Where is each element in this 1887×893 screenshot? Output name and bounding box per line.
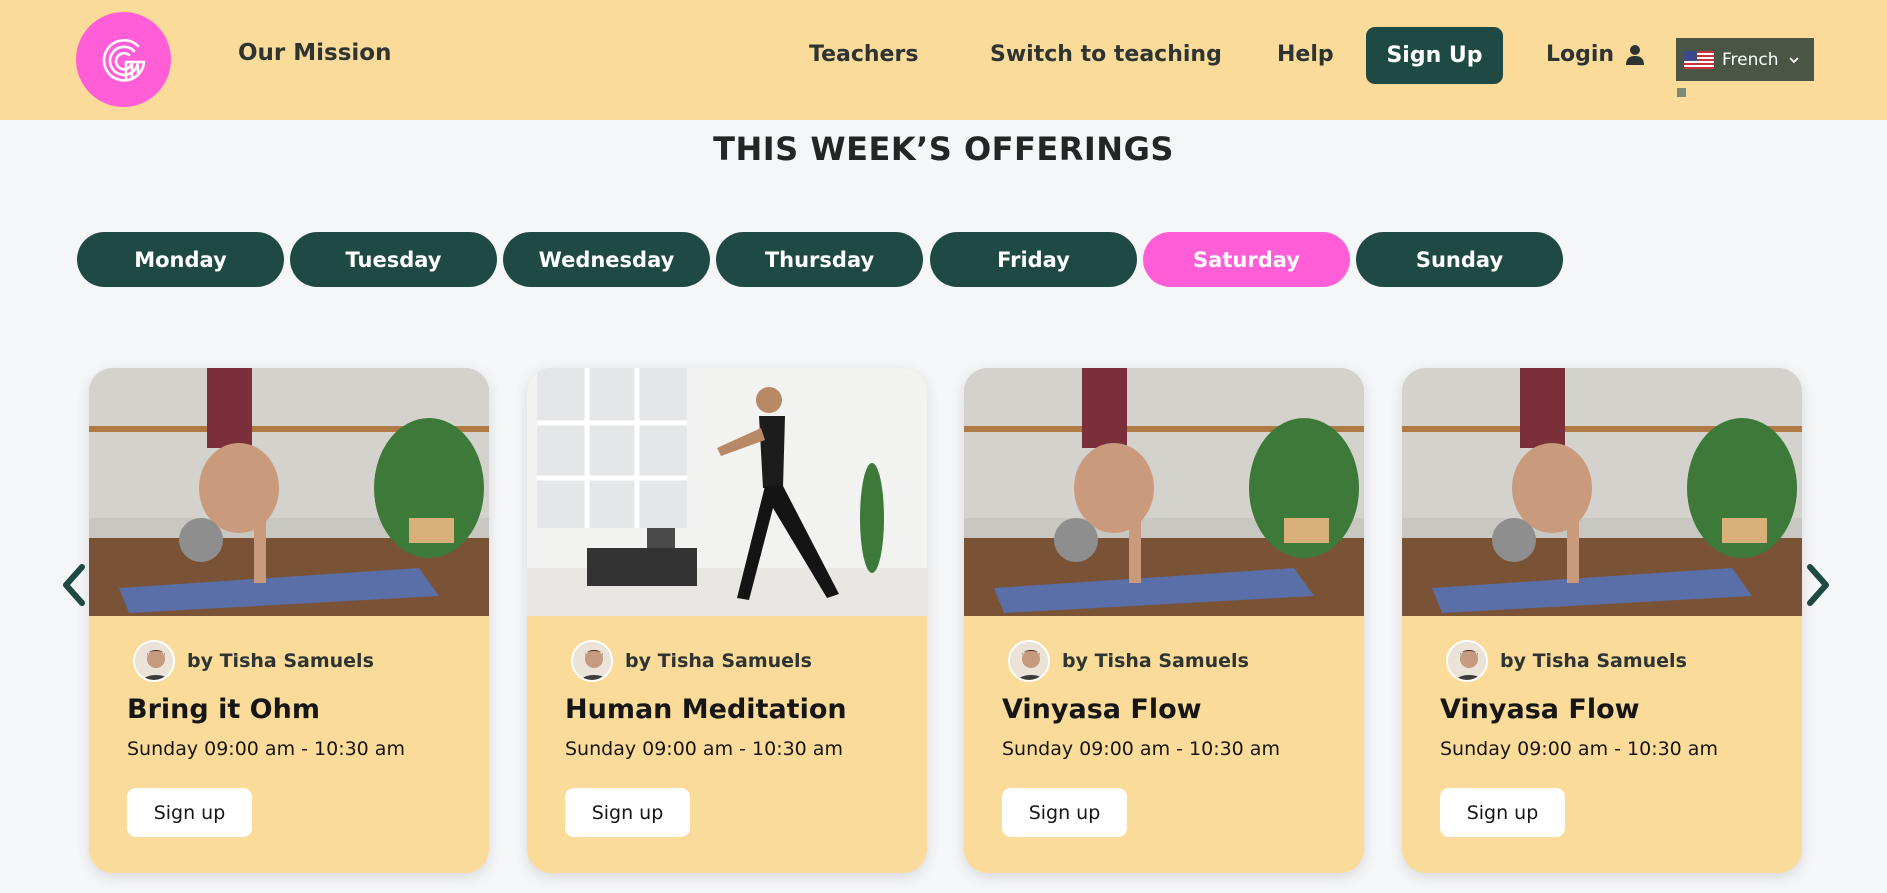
- login-label: Login: [1546, 42, 1615, 67]
- language-select[interactable]: French: [1676, 38, 1814, 81]
- class-sign-up-button[interactable]: Sign up: [1440, 788, 1565, 837]
- tab-thursday[interactable]: Thursday: [716, 232, 923, 287]
- nav-switch-to-teaching[interactable]: Switch to teaching: [990, 42, 1222, 67]
- avatar: [133, 640, 175, 682]
- class-card[interactable]: by Tisha Samuels Bring it Ohm Sunday 09:…: [89, 368, 489, 873]
- top-header: Our Mission Teachers Switch to teaching …: [0, 0, 1887, 120]
- yoga-handstand-photo: [964, 368, 1364, 616]
- class-title: Vinyasa Flow: [1440, 694, 1640, 725]
- sign-up-button[interactable]: Sign Up: [1366, 27, 1503, 84]
- card-author: by Tisha Samuels: [1446, 640, 1687, 682]
- language-indicator: [1677, 88, 1686, 97]
- class-sign-up-button[interactable]: Sign up: [1002, 788, 1127, 837]
- class-time: Sunday 09:00 am - 10:30 am: [565, 738, 843, 760]
- class-card[interactable]: by Tisha Samuels Vinyasa Flow Sunday 09:…: [964, 368, 1364, 873]
- tab-sunday[interactable]: Sunday: [1356, 232, 1563, 287]
- tab-tuesday[interactable]: Tuesday: [290, 232, 497, 287]
- class-time: Sunday 09:00 am - 10:30 am: [127, 738, 405, 760]
- class-card[interactable]: by Tisha Samuels Vinyasa Flow Sunday 09:…: [1402, 368, 1802, 873]
- class-card[interactable]: by Tisha Samuels Human Meditation Sunday…: [527, 368, 927, 873]
- card-author: by Tisha Samuels: [133, 640, 374, 682]
- class-sign-up-button[interactable]: Sign up: [127, 788, 252, 837]
- us-flag-icon: [1684, 50, 1714, 69]
- class-title: Bring it Ohm: [127, 694, 320, 725]
- tab-wednesday[interactable]: Wednesday: [503, 232, 710, 287]
- class-title: Human Meditation: [565, 694, 847, 725]
- page-title: THIS WEEK’S OFFERINGS: [713, 130, 1174, 168]
- author-name: by Tisha Samuels: [1500, 650, 1687, 672]
- yoga-handstand-photo: [89, 368, 489, 616]
- author-name: by Tisha Samuels: [1062, 650, 1249, 672]
- nav-teachers[interactable]: Teachers: [809, 42, 918, 67]
- tab-monday[interactable]: Monday: [77, 232, 284, 287]
- class-sign-up-button[interactable]: Sign up: [565, 788, 690, 837]
- author-name: by Tisha Samuels: [187, 650, 374, 672]
- man-stretching-photo: [527, 368, 927, 616]
- avatar: [571, 640, 613, 682]
- avatar: [1446, 640, 1488, 682]
- class-time: Sunday 09:00 am - 10:30 am: [1002, 738, 1280, 760]
- carousel-next-icon[interactable]: [1804, 563, 1834, 607]
- card-author: by Tisha Samuels: [571, 640, 812, 682]
- tab-friday[interactable]: Friday: [930, 232, 1137, 287]
- class-time: Sunday 09:00 am - 10:30 am: [1440, 738, 1718, 760]
- tab-saturday[interactable]: Saturday: [1143, 232, 1350, 287]
- brand-logo[interactable]: [76, 12, 171, 107]
- card-author: by Tisha Samuels: [1008, 640, 1249, 682]
- author-name: by Tisha Samuels: [625, 650, 812, 672]
- logo-mark-icon: [102, 39, 146, 82]
- chevron-down-icon: [1788, 56, 1799, 63]
- nav-our-mission[interactable]: Our Mission: [238, 40, 392, 66]
- class-title: Vinyasa Flow: [1002, 694, 1202, 725]
- avatar: [1008, 640, 1050, 682]
- carousel-prev-icon[interactable]: [58, 563, 88, 607]
- yoga-handstand-photo: [1402, 368, 1802, 616]
- language-label: French: [1722, 49, 1779, 70]
- user-icon: [1626, 44, 1645, 65]
- login-link[interactable]: Login: [1546, 42, 1645, 67]
- nav-help[interactable]: Help: [1277, 42, 1334, 67]
